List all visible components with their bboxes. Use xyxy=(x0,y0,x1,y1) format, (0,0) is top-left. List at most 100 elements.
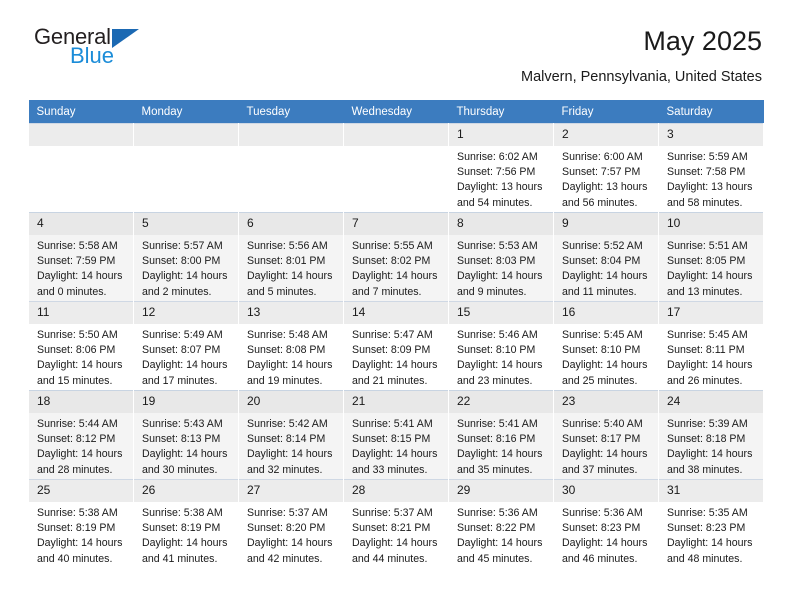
sunrise-text: Sunrise: 5:36 AM xyxy=(562,507,643,519)
daylight-text-line1: Daylight: 14 hours xyxy=(247,359,333,372)
day-cell[interactable]: 1 Sunrise: 6:02 AM Sunset: 7:56 PM Daylight… xyxy=(448,123,554,212)
day-cell[interactable]: 12 Sunrise: 5:49 AM Sunset: 8:07 PM Dayligh… xyxy=(133,301,239,390)
sunset-text: Sunset: 7:57 PM xyxy=(562,166,641,179)
day-cell[interactable]: 26 Sunrise: 5:38 AM Sunset: 8:19 PM Dayligh… xyxy=(133,479,239,568)
day-cell[interactable]: 27 Sunrise: 5:37 AM Sunset: 8:20 PM Dayligh… xyxy=(238,479,344,568)
sunset-text: Sunset: 8:22 PM xyxy=(457,522,536,535)
day-cell[interactable]: 20 Sunrise: 5:42 AM Sunset: 8:14 PM Dayligh… xyxy=(238,390,344,479)
daylight-text-line1: Daylight: 14 hours xyxy=(142,537,228,550)
day-cell[interactable] xyxy=(133,123,239,212)
day-cell[interactable]: 9 Sunrise: 5:52 AM Sunset: 8:04 PM Daylight… xyxy=(553,212,659,301)
daylight-text-line1: Daylight: 14 hours xyxy=(562,270,648,283)
daylight-text-line1: Daylight: 14 hours xyxy=(352,448,438,461)
day-cell[interactable] xyxy=(238,123,344,212)
day-cell[interactable]: 13 Sunrise: 5:48 AM Sunset: 8:08 PM Dayligh… xyxy=(238,301,344,390)
day-number: 19 xyxy=(134,391,238,413)
day-cell[interactable] xyxy=(28,123,134,212)
day-cell[interactable]: 6 Sunrise: 5:56 AM Sunset: 8:01 PM Daylight… xyxy=(238,212,344,301)
day-details: Sunrise: 5:49 AM Sunset: 8:07 PM Daylight:… xyxy=(134,324,238,389)
sunrise-text: Sunrise: 5:46 AM xyxy=(457,329,538,341)
sunrise-text: Sunrise: 5:40 AM xyxy=(562,418,643,430)
day-cell[interactable]: 15 Sunrise: 5:46 AM Sunset: 8:10 PM Dayligh… xyxy=(448,301,554,390)
daylight-text-line2: and 35 minutes. xyxy=(457,463,533,476)
day-cell[interactable]: 23 Sunrise: 5:40 AM Sunset: 8:17 PM Dayligh… xyxy=(553,390,659,479)
sunrise-text: Sunrise: 6:02 AM xyxy=(457,151,538,163)
day-cell[interactable]: 22 Sunrise: 5:41 AM Sunset: 8:16 PM Dayligh… xyxy=(448,390,554,479)
sunrise-text: Sunrise: 5:39 AM xyxy=(667,418,748,430)
day-cell[interactable]: 24 Sunrise: 5:39 AM Sunset: 8:18 PM Dayligh… xyxy=(658,390,764,479)
day-cell[interactable]: 16 Sunrise: 5:45 AM Sunset: 8:10 PM Dayligh… xyxy=(553,301,659,390)
general-blue-logo[interactable]: General Blue xyxy=(28,26,139,67)
day-cell[interactable]: 3 Sunrise: 5:59 AM Sunset: 7:58 PM Daylight… xyxy=(658,123,764,212)
day-cell[interactable]: 17 Sunrise: 5:45 AM Sunset: 8:11 PM Dayligh… xyxy=(658,301,764,390)
day-cell[interactable]: 25 Sunrise: 5:38 AM Sunset: 8:19 PM Dayligh… xyxy=(28,479,134,568)
daylight-text-line2: and 2 minutes. xyxy=(142,285,212,298)
day-cell[interactable]: 30 Sunrise: 5:36 AM Sunset: 8:23 PM Dayligh… xyxy=(553,479,659,568)
day-details: Sunrise: 5:46 AM Sunset: 8:10 PM Daylight:… xyxy=(449,324,553,389)
sunset-text: Sunset: 7:59 PM xyxy=(37,255,116,268)
day-cell[interactable] xyxy=(343,123,449,212)
daylight-text-line2: and 0 minutes. xyxy=(37,285,107,298)
daylight-text-line1: Daylight: 14 hours xyxy=(457,448,543,461)
sunrise-text: Sunrise: 5:38 AM xyxy=(142,507,223,519)
sunset-text: Sunset: 8:00 PM xyxy=(142,255,221,268)
daylight-text-line2: and 30 minutes. xyxy=(142,463,218,476)
day-cell[interactable]: 2 Sunrise: 6:00 AM Sunset: 7:57 PM Daylight… xyxy=(553,123,659,212)
day-details: Sunrise: 5:56 AM Sunset: 8:01 PM Daylight:… xyxy=(239,235,343,300)
sunset-text: Sunset: 8:09 PM xyxy=(352,344,431,357)
day-number: 27 xyxy=(239,480,343,502)
sunset-text: Sunset: 8:08 PM xyxy=(247,344,326,357)
daylight-text-line2: and 37 minutes. xyxy=(562,463,638,476)
sunset-text: Sunset: 8:10 PM xyxy=(457,344,536,357)
daylight-text-line2: and 5 minutes. xyxy=(247,285,317,298)
day-cell[interactable]: 19 Sunrise: 5:43 AM Sunset: 8:13 PM Dayligh… xyxy=(133,390,239,479)
day-number: 31 xyxy=(659,480,763,502)
day-cell[interactable]: 8 Sunrise: 5:53 AM Sunset: 8:03 PM Daylight… xyxy=(448,212,554,301)
day-number: 6 xyxy=(239,213,343,235)
day-cell[interactable]: 28 Sunrise: 5:37 AM Sunset: 8:21 PM Dayligh… xyxy=(343,479,449,568)
day-details: Sunrise: 5:50 AM Sunset: 8:06 PM Daylight:… xyxy=(29,324,133,389)
daylight-text-line1: Daylight: 14 hours xyxy=(352,270,438,283)
sunrise-text: Sunrise: 5:59 AM xyxy=(667,151,748,163)
daylight-text-line1: Daylight: 14 hours xyxy=(352,537,438,550)
day-cell[interactable]: 4 Sunrise: 5:58 AM Sunset: 7:59 PM Daylight… xyxy=(28,212,134,301)
page-header: General Blue May 2025 Malvern, Pennsylva… xyxy=(28,0,764,86)
day-cell[interactable]: 5 Sunrise: 5:57 AM Sunset: 8:00 PM Daylight… xyxy=(133,212,239,301)
day-details: Sunrise: 5:38 AM Sunset: 8:19 PM Daylight:… xyxy=(134,502,238,567)
logo-text-blue: Blue xyxy=(70,43,115,68)
daylight-text-line2: and 28 minutes. xyxy=(37,463,113,476)
daylight-text-line1: Daylight: 14 hours xyxy=(457,270,543,283)
sunrise-text: Sunrise: 5:38 AM xyxy=(37,507,118,519)
day-number xyxy=(29,124,133,146)
daylight-text-line2: and 13 minutes. xyxy=(667,285,743,298)
daylight-text-line2: and 23 minutes. xyxy=(457,374,533,387)
day-cell[interactable]: 18 Sunrise: 5:44 AM Sunset: 8:12 PM Dayligh… xyxy=(28,390,134,479)
calendar-body: 1 Sunrise: 6:02 AM Sunset: 7:56 PM Daylight… xyxy=(28,123,764,568)
week-row: 4 Sunrise: 5:58 AM Sunset: 7:59 PM Daylight… xyxy=(28,212,764,301)
week-row: 25 Sunrise: 5:38 AM Sunset: 8:19 PM Dayligh… xyxy=(28,479,764,568)
sunrise-text: Sunrise: 5:56 AM xyxy=(247,240,328,252)
sunset-text: Sunset: 7:58 PM xyxy=(667,166,746,179)
daylight-text-line2: and 33 minutes. xyxy=(352,463,428,476)
day-cell[interactable]: 10 Sunrise: 5:51 AM Sunset: 8:05 PM Dayligh… xyxy=(658,212,764,301)
day-cell[interactable]: 29 Sunrise: 5:36 AM Sunset: 8:22 PM Dayligh… xyxy=(448,479,554,568)
daylight-text-line2: and 21 minutes. xyxy=(352,374,428,387)
day-number: 23 xyxy=(554,391,658,413)
day-cell[interactable]: 31 Sunrise: 5:35 AM Sunset: 8:23 PM Dayligh… xyxy=(658,479,764,568)
day-number xyxy=(344,124,448,146)
calendar-page: General Blue May 2025 Malvern, Pennsylva… xyxy=(0,0,792,612)
day-number: 13 xyxy=(239,302,343,324)
sunset-text: Sunset: 8:03 PM xyxy=(457,255,536,268)
daylight-text-line1: Daylight: 14 hours xyxy=(457,359,543,372)
day-cell[interactable]: 11 Sunrise: 5:50 AM Sunset: 8:06 PM Dayligh… xyxy=(28,301,134,390)
daylight-text-line2: and 58 minutes. xyxy=(667,196,743,209)
title-block: May 2025 Malvern, Pennsylvania, United S… xyxy=(521,26,764,86)
day-cell[interactable]: 21 Sunrise: 5:41 AM Sunset: 8:15 PM Dayligh… xyxy=(343,390,449,479)
day-cell[interactable]: 7 Sunrise: 5:55 AM Sunset: 8:02 PM Daylight… xyxy=(343,212,449,301)
daylight-text-line1: Daylight: 14 hours xyxy=(457,537,543,550)
day-cell[interactable]: 14 Sunrise: 5:47 AM Sunset: 8:09 PM Dayligh… xyxy=(343,301,449,390)
daylight-text-line2: and 11 minutes. xyxy=(562,285,637,298)
daylight-text-line1: Daylight: 14 hours xyxy=(247,537,333,550)
daylight-text-line1: Daylight: 13 hours xyxy=(562,181,648,194)
weekday-header-sunday: Sunday xyxy=(28,100,134,123)
